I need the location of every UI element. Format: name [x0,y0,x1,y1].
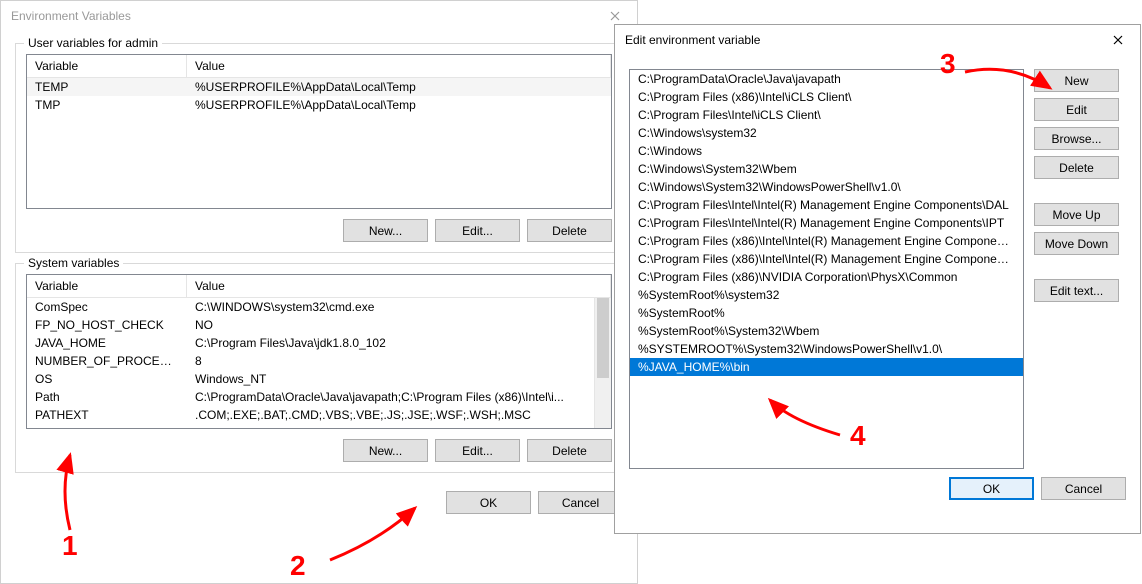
path-entry-row[interactable]: C:\Windows\System32\Wbem [630,160,1023,178]
env-dialog-title: Environment Variables [11,9,131,23]
edit-edit-button[interactable]: Edit [1034,98,1119,121]
sys-new-button[interactable]: New... [343,439,428,462]
user-col-value[interactable]: Value [187,55,611,77]
edit-dialog-title: Edit environment variable [625,33,760,47]
user-var-value: %USERPROFILE%\AppData\Local\Temp [187,78,611,96]
path-entry-row[interactable]: C:\Program Files (x86)\Intel\iCLS Client… [630,88,1023,106]
sys-var-row[interactable]: ComSpecC:\WINDOWS\system32\cmd.exe [27,298,594,316]
path-entry-row[interactable]: C:\Program Files\Intel\iCLS Client\ [630,106,1023,124]
sys-var-name: Path [27,388,187,406]
user-edit-button[interactable]: Edit... [435,219,520,242]
sys-var-value: 8 [187,352,594,370]
path-entry-row[interactable]: %JAVA_HOME%\bin [630,358,1023,376]
edit-delete-button[interactable]: Delete [1034,156,1119,179]
sys-edit-button[interactable]: Edit... [435,439,520,462]
env-ok-button[interactable]: OK [446,491,531,514]
path-entry-row[interactable]: %SystemRoot%\system32 [630,286,1023,304]
sys-scroll-thumb[interactable] [597,298,609,378]
edit-text-button[interactable]: Edit text... [1034,279,1119,302]
user-var-name: TEMP [27,78,187,96]
edit-cancel-button[interactable]: Cancel [1041,477,1126,500]
path-entry-row[interactable]: C:\Windows\system32 [630,124,1023,142]
path-entry-row[interactable]: %SYSTEMROOT%\System32\WindowsPowerShell\… [630,340,1023,358]
path-entry-row[interactable]: C:\Program Files\Intel\Intel(R) Manageme… [630,214,1023,232]
sys-var-value: C:\Program Files\Java\jdk1.8.0_102 [187,334,594,352]
path-entry-row[interactable]: C:\Program Files (x86)\NVIDIA Corporatio… [630,268,1023,286]
sys-col-variable[interactable]: Variable [27,275,187,297]
path-entry-row[interactable]: C:\Windows [630,142,1023,160]
sys-vars-group-label: System variables [24,256,123,270]
sys-var-row[interactable]: JAVA_HOMEC:\Program Files\Java\jdk1.8.0_… [27,334,594,352]
sys-var-row[interactable]: OSWindows_NT [27,370,594,388]
user-vars-header[interactable]: Variable Value [27,55,611,78]
path-entry-row[interactable]: C:\Program Files (x86)\Intel\Intel(R) Ma… [630,250,1023,268]
edit-dialog-titlebar[interactable]: Edit environment variable [615,25,1140,55]
sys-delete-button[interactable]: Delete [527,439,612,462]
user-delete-button[interactable]: Delete [527,219,612,242]
sys-var-name: NUMBER_OF_PROCESSORS [27,352,187,370]
path-entry-row[interactable]: C:\Windows\System32\WindowsPowerShell\v1… [630,178,1023,196]
sys-var-row[interactable]: NUMBER_OF_PROCESSORS8 [27,352,594,370]
sys-var-value: C:\WINDOWS\system32\cmd.exe [187,298,594,316]
sys-var-row[interactable]: PATHEXT.COM;.EXE;.BAT;.CMD;.VBS;.VBE;.JS… [27,406,594,424]
sys-var-value: .COM;.EXE;.BAT;.CMD;.VBS;.VBE;.JS;.JSE;.… [187,406,594,424]
sys-var-row[interactable]: FP_NO_HOST_CHECKNO [27,316,594,334]
sys-var-row[interactable]: PathC:\ProgramData\Oracle\Java\javapath;… [27,388,594,406]
user-var-row[interactable]: TEMP%USERPROFILE%\AppData\Local\Temp [27,78,611,96]
sys-scrollbar[interactable] [594,298,611,428]
path-entry-row[interactable]: C:\Program Files\Intel\Intel(R) Manageme… [630,196,1023,214]
sys-var-name: JAVA_HOME [27,334,187,352]
path-entries-list[interactable]: C:\ProgramData\Oracle\Java\javapathC:\Pr… [629,69,1024,469]
edit-moveup-button[interactable]: Move Up [1034,203,1119,226]
edit-browse-button[interactable]: Browse... [1034,127,1119,150]
sys-var-name: FP_NO_HOST_CHECK [27,316,187,334]
edit-movedown-button[interactable]: Move Down [1034,232,1119,255]
sys-var-value: C:\ProgramData\Oracle\Java\javapath;C:\P… [187,388,594,406]
sys-var-name: PATHEXT [27,406,187,424]
user-new-button[interactable]: New... [343,219,428,242]
edit-ok-button[interactable]: OK [949,477,1034,500]
edit-close-button[interactable] [1095,25,1140,55]
user-vars-group-label: User variables for admin [24,36,162,50]
path-entry-row[interactable]: C:\Program Files (x86)\Intel\Intel(R) Ma… [630,232,1023,250]
user-var-name: TMP [27,96,187,114]
sys-var-name: ComSpec [27,298,187,316]
sys-vars-list[interactable]: Variable Value ComSpecC:\WINDOWS\system3… [26,274,612,429]
user-col-variable[interactable]: Variable [27,55,187,77]
user-var-row[interactable]: TMP%USERPROFILE%\AppData\Local\Temp [27,96,611,114]
env-dialog-titlebar[interactable]: Environment Variables [1,1,637,31]
sys-vars-header[interactable]: Variable Value [27,275,611,298]
env-cancel-button[interactable]: Cancel [538,491,623,514]
edit-new-button[interactable]: New [1034,69,1119,92]
path-entry-row[interactable]: C:\ProgramData\Oracle\Java\javapath [630,70,1023,88]
sys-var-value: Windows_NT [187,370,594,388]
sys-var-value: NO [187,316,594,334]
user-var-value: %USERPROFILE%\AppData\Local\Temp [187,96,611,114]
sys-var-name: OS [27,370,187,388]
path-entry-row[interactable]: %SystemRoot% [630,304,1023,322]
user-vars-list[interactable]: Variable Value TEMP%USERPROFILE%\AppData… [26,54,612,209]
path-entry-row[interactable]: %SystemRoot%\System32\Wbem [630,322,1023,340]
sys-col-value[interactable]: Value [187,275,611,297]
